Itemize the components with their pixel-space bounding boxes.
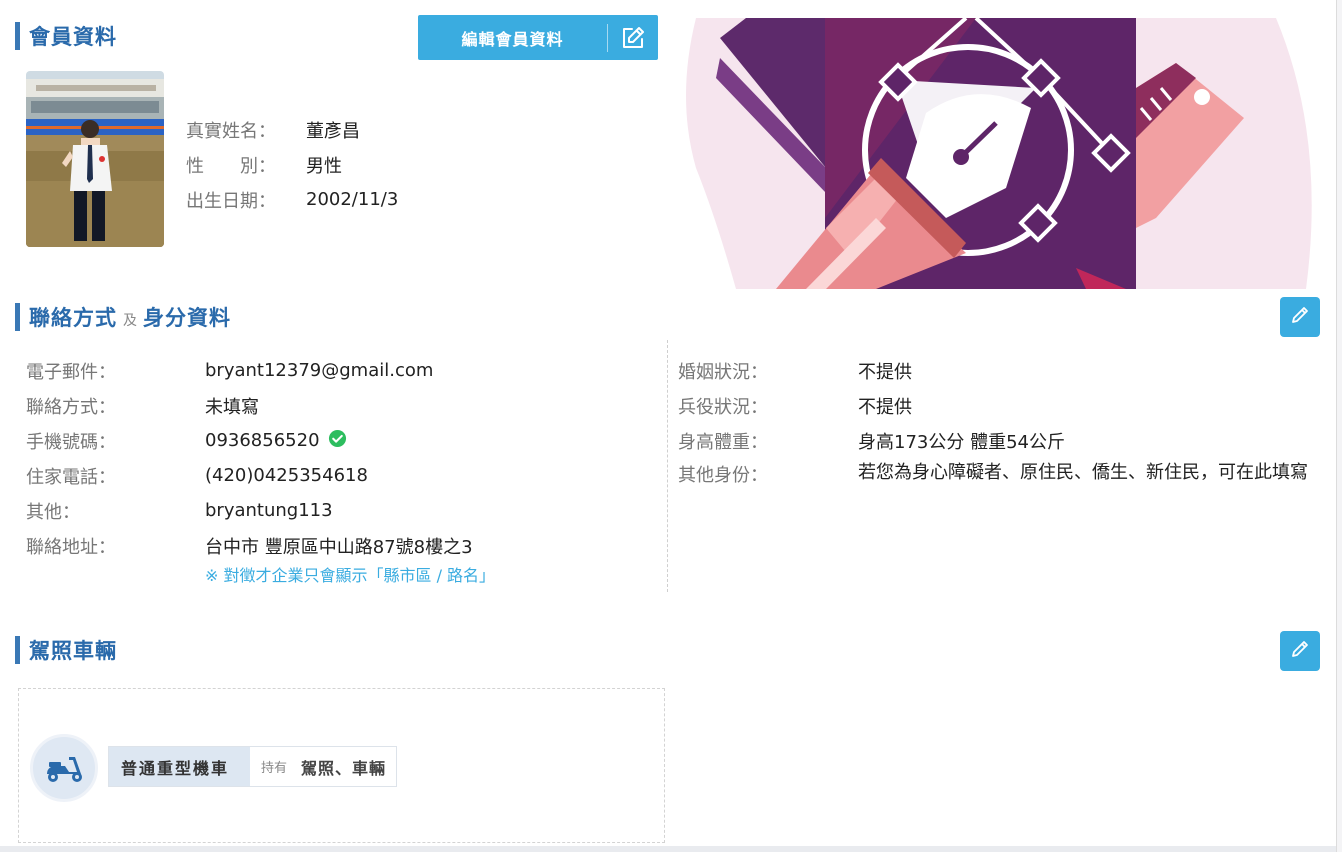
address-privacy-note: ※ 對徵才企業只會顯示「縣市區 / 路名」: [205, 566, 496, 585]
field-home-phone: 住家電話： (420)0425354618: [26, 458, 473, 493]
title-bar-accent: [15, 22, 20, 50]
vehicle-card: 普通重型機車 持有 駕照、車輛: [18, 688, 665, 843]
label-height-weight: 身高體重：: [678, 431, 768, 453]
value-mobile: 0936856520: [205, 430, 320, 451]
label-other: 其他：: [26, 501, 80, 523]
field-birthday: 出生日期： 2002/11/3: [186, 182, 398, 217]
label-gender: 性 別：: [186, 155, 276, 177]
label-birthday: 出生日期：: [186, 190, 276, 212]
value-height-weight: 身高173公分 體重54公斤: [858, 431, 1065, 453]
contact-left-list: 電子郵件： bryant12379@gmail.com 聯絡方式： 未填寫 手機…: [26, 353, 473, 563]
label-home-phone: 住家電話：: [26, 466, 116, 488]
pencil-icon: [1289, 638, 1311, 664]
edit-member-label: 編輯會員資料: [461, 29, 564, 49]
label-real-name: 真實姓名：: [186, 120, 276, 142]
bottom-scroll-strip: [0, 846, 1336, 852]
member-section-title: 會員資料: [15, 21, 117, 51]
license-tag: 普通重型機車 持有 駕照、車輛: [108, 746, 398, 787]
title-bar-accent: [15, 636, 20, 664]
label-other-identity: 其他身份：: [678, 465, 768, 486]
value-address: 台中市 豐原區中山路87號8樓之3: [205, 536, 473, 558]
label-contact-method: 聯絡方式：: [26, 396, 116, 418]
field-mobile: 手機號碼： 0936856520: [26, 423, 473, 458]
column-divider: [667, 340, 668, 592]
title-bar-accent: [15, 303, 20, 331]
pencil-square-icon: [608, 25, 658, 51]
scooter-icon: [30, 734, 98, 802]
label-mobile: 手機號碼：: [26, 431, 116, 453]
label-email: 電子郵件：: [26, 361, 116, 383]
pencil-icon: [1289, 304, 1311, 330]
value-other: bryantung113: [205, 500, 333, 521]
contact-right-list: 婚姻狀況： 不提供 兵役狀況： 不提供 身高體重： 身高173公分 體重54公斤…: [678, 353, 1308, 488]
field-contact-method: 聯絡方式： 未填寫: [26, 388, 473, 423]
scrollbar-track[interactable]: [1336, 0, 1342, 852]
field-height-weight: 身高體重： 身高173公分 體重54公斤: [678, 423, 1308, 458]
field-address: 聯絡地址： 台中市 豐原區中山路87號8樓之3: [26, 528, 473, 563]
value-other-identity: 若您為身心障礙者、原住民、僑生、新住民，可在此填寫: [858, 462, 1308, 483]
edit-vehicle-button[interactable]: [1280, 631, 1320, 671]
field-other: 其他： bryantung113: [26, 493, 473, 528]
field-military: 兵役狀況： 不提供: [678, 388, 1308, 423]
license-name: 普通重型機車: [109, 747, 250, 786]
license-have-label: 持有: [250, 747, 288, 786]
contact-title-and: 及: [123, 313, 137, 329]
value-marital: 不提供: [858, 361, 912, 383]
value-contact-method: 未填寫: [205, 396, 259, 418]
value-gender: 男性: [306, 155, 342, 177]
design-illustration-banner: [676, 18, 1316, 289]
contact-title-second: 身分資料: [143, 306, 231, 330]
field-email: 電子郵件： bryant12379@gmail.com: [26, 353, 473, 388]
edit-member-button[interactable]: 編輯會員資料: [418, 15, 658, 60]
value-military: 不提供: [858, 396, 912, 418]
member-title-text: 會員資料: [29, 25, 117, 49]
value-real-name: 董彥昌: [306, 120, 360, 142]
label-military: 兵役狀況：: [678, 396, 768, 418]
member-photo: [26, 71, 164, 247]
vehicle-section-title: 駕照車輛: [15, 635, 117, 665]
member-info-list: 真實姓名： 董彥昌 性 別： 男性 出生日期： 2002/11/3: [186, 112, 398, 217]
vehicle-title-text: 駕照車輛: [29, 639, 117, 663]
license-have-items: 駕照、車輛: [287, 747, 397, 786]
contact-section-title: 聯絡方式 及 身分資料: [15, 302, 231, 332]
label-marital: 婚姻狀況：: [678, 361, 768, 383]
edit-contact-button[interactable]: [1280, 297, 1320, 337]
label-address: 聯絡地址：: [26, 536, 116, 558]
field-other-identity: 其他身份： 若您為身心障礙者、原住民、僑生、新住民，可在此填寫: [678, 458, 1308, 488]
value-email: bryant12379@gmail.com: [205, 360, 434, 381]
value-birthday: 2002/11/3: [306, 189, 399, 210]
field-real-name: 真實姓名： 董彥昌: [186, 112, 398, 147]
field-marital: 婚姻狀況： 不提供: [678, 353, 1308, 388]
contact-title-main: 聯絡方式: [29, 306, 117, 330]
value-home-phone: (420)0425354618: [205, 465, 368, 486]
field-gender: 性 別： 男性: [186, 147, 398, 182]
check-circle-icon: [328, 429, 347, 453]
